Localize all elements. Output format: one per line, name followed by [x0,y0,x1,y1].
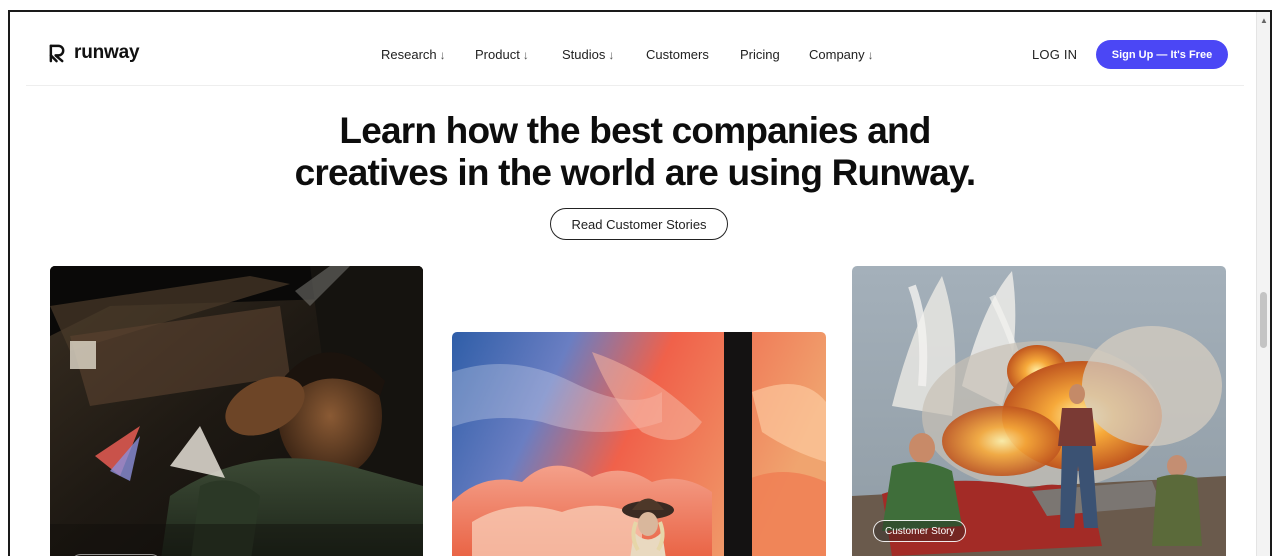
hero-title: Learn how the best companies and creativ… [10,110,1260,194]
nav-item-product[interactable]: Product ↓ [475,47,529,62]
nav-item-customers[interactable]: Customers [646,47,709,62]
nav-item-studios[interactable]: Studios ↓ [562,47,614,62]
nav-item-label: Product [475,47,520,62]
men-posing-in-front-of-explosion-photo [852,266,1226,556]
nav-item-pricing[interactable]: Pricing [740,47,780,62]
runway-logo-icon [49,44,65,62]
brand-name: runway [74,42,140,63]
arrow-down-icon: ↓ [522,47,529,62]
hero-title-line-2: creatives in the world are using Runway. [294,152,977,193]
customer-story-card-1[interactable] [50,266,423,556]
runway-logo-link[interactable]: runway [48,42,140,64]
arrow-down-icon: ↓ [439,47,446,62]
scrollbar-thumb[interactable] [1260,292,1267,348]
customer-story-card-2[interactable] [452,332,826,556]
woman-in-cowboy-hat-against-colorful-sky-photo [452,332,826,556]
customer-story-badge: Customer Story [873,520,967,542]
login-link[interactable]: LOG IN [1032,47,1077,62]
hero-title-line-1: Learn how the best companies and [339,110,931,151]
nav-item-label: Company [809,47,865,62]
customer-story-card-3[interactable]: Customer Story [852,266,1226,556]
nav-item-label: Studios [562,47,606,62]
arrow-down-icon: ↓ [608,47,615,62]
arrow-down-icon: ↓ [867,47,874,62]
top-navigation: runway Research ↓ Product ↓ Studios ↓ Cu… [26,12,1244,86]
nav-item-label: Pricing [740,47,780,62]
nav-item-research[interactable]: Research ↓ [381,47,446,62]
page-scrollbar[interactable]: ▲ [1256,12,1270,556]
nav-item-label: Customers [646,47,709,62]
signup-button[interactable]: Sign Up — It's Free [1096,40,1228,69]
customer-story-badge-outline [70,554,162,556]
nav-item-label: Research [381,47,437,62]
browser-viewport: runway Research ↓ Product ↓ Studios ↓ Cu… [8,10,1272,556]
nav-item-company[interactable]: Company ↓ [809,47,874,62]
read-customer-stories-button[interactable]: Read Customer Stories [550,208,728,240]
man-in-car-at-night-photo [50,266,423,556]
scroll-up-icon[interactable]: ▲ [1260,16,1268,25]
